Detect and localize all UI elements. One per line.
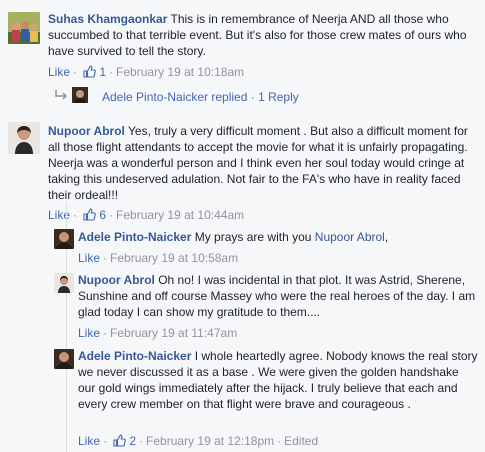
timestamp[interactable]: February 19 at 11:47am [110, 326, 237, 340]
avatar[interactable] [54, 229, 74, 249]
like-button[interactable]: Like [48, 65, 70, 79]
reply-arrow-icon [54, 89, 68, 105]
reply-actions: Like · 2 · February 19 at 12:18pm · Edited [78, 433, 318, 451]
separator: · [109, 65, 114, 79]
reply-author[interactable]: Adele Pinto-Naicker [78, 349, 191, 363]
thumbs-up-icon [113, 434, 126, 451]
separator: · [73, 65, 78, 79]
like-count[interactable]: 1 [99, 65, 106, 79]
comment-actions: Like · 1 · February 19 at 10:18am [48, 64, 244, 82]
comment-text: Suhas Khamgaonkar This is in remembrance… [48, 11, 478, 59]
like-button[interactable]: Like [78, 326, 100, 340]
comment-actions: Like · 6 · February 19 at 10:44am [48, 207, 244, 225]
reply-text: Adele Pinto-Naicker I whole heartedly ag… [78, 348, 478, 412]
separator: · [103, 326, 108, 340]
timestamp[interactable]: February 19 at 10:44am [116, 208, 244, 222]
profile-photo-avatar [8, 122, 40, 154]
timestamp[interactable]: February 19 at 10:18am [116, 65, 244, 79]
avatar[interactable] [54, 349, 74, 369]
reply-text: Adele Pinto-Naicker My prays are with yo… [78, 229, 478, 245]
avatar [72, 87, 88, 103]
thumbs-up-icon [83, 65, 96, 82]
mention-link[interactable]: Nupoor Abrol [315, 230, 385, 244]
reply-author[interactable]: Nupoor Abrol [78, 273, 155, 287]
avatar[interactable] [54, 273, 74, 293]
thumbs-up-icon [83, 208, 96, 225]
group-photo-avatar [8, 12, 40, 44]
separator: · [103, 434, 108, 448]
like-button[interactable]: Like [78, 434, 100, 448]
comment-text: Nupoor Abrol Yes, truly a very difficult… [48, 123, 478, 203]
reply-actions: Like · February 19 at 11:47am [78, 325, 237, 341]
edited-label[interactable]: Edited [284, 434, 318, 448]
comment-author[interactable]: Suhas Khamgaonkar [48, 12, 167, 26]
separator: · [109, 208, 114, 222]
separator: · [73, 208, 78, 222]
reply-text: Nupoor Abrol Oh no! I was incidental in … [78, 272, 478, 320]
like-count[interactable]: 2 [129, 434, 136, 448]
avatar[interactable] [8, 122, 40, 154]
timestamp[interactable]: February 19 at 12:18pm [146, 434, 274, 448]
like-count[interactable]: 6 [99, 208, 106, 222]
separator: · [139, 434, 144, 448]
reply-body: My prays are with you [194, 230, 312, 244]
reply-body-end: , [384, 230, 389, 244]
reply-author[interactable]: Adele Pinto-Naicker [78, 230, 191, 244]
reply-actions: Like · February 19 at 10:58am [78, 250, 238, 266]
separator: · [277, 434, 282, 448]
avatar[interactable] [8, 12, 40, 44]
reply-summary-label[interactable]: Adele Pinto-Naicker replied · 1 Reply [102, 89, 299, 105]
separator: · [103, 251, 108, 265]
comment-author[interactable]: Nupoor Abrol [48, 124, 125, 138]
like-button[interactable]: Like [78, 251, 100, 265]
timestamp[interactable]: February 19 at 10:58am [110, 251, 238, 265]
